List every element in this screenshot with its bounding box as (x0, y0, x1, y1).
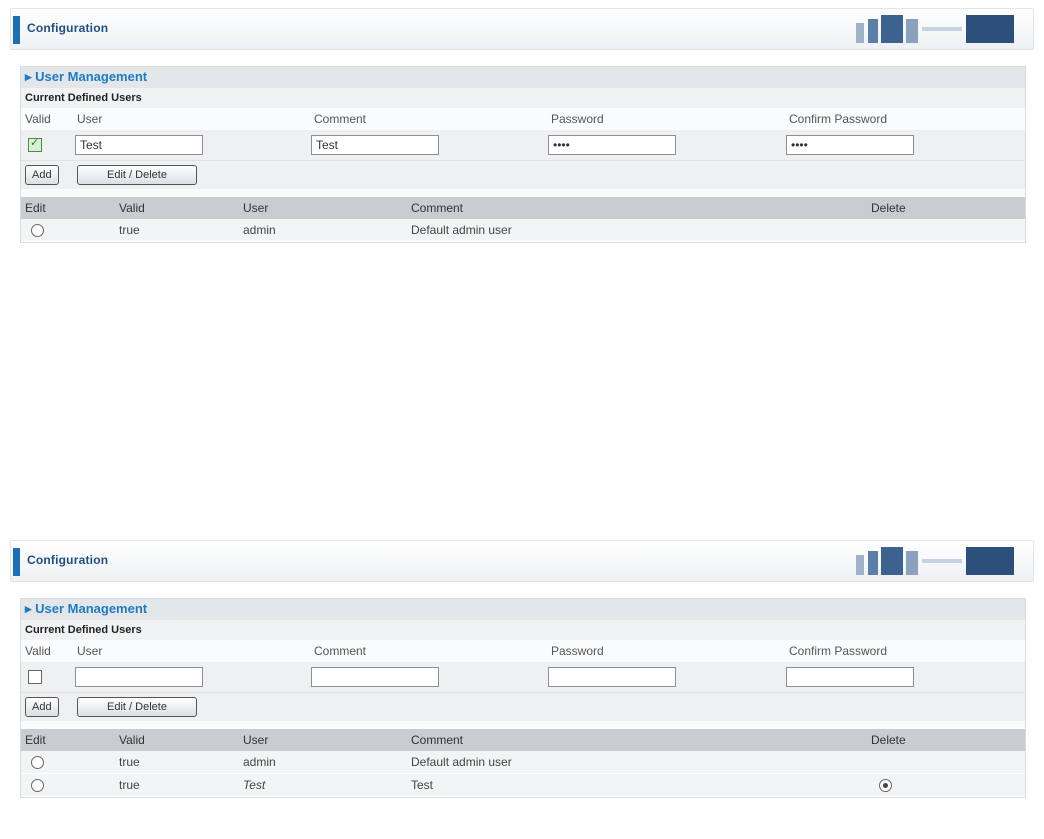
cell-comment: Default admin user (407, 219, 867, 242)
valid-checkbox[interactable] (28, 670, 42, 684)
edit-delete-button[interactable]: Edit / Delete (77, 165, 197, 185)
delete-radio-icon[interactable] (879, 779, 892, 793)
form-header-row: Valid User Comment Password Confirm Pass… (21, 108, 1025, 130)
section-title: ▸ User Management (21, 599, 1025, 619)
form-header-confirm-password: Confirm Password (789, 644, 888, 658)
user-management-box: ▸ User Management Current Defined Users … (20, 598, 1026, 798)
col-valid: Valid (115, 729, 239, 751)
subsection-title: Current Defined Users (21, 619, 1025, 640)
form-header-password: Password (551, 112, 604, 126)
form-header-row: Valid User Comment Password Confirm Pass… (21, 640, 1025, 662)
form-header-user: User (77, 112, 103, 126)
cell-valid: true (115, 219, 239, 242)
logo-graphic-icon (856, 15, 1014, 43)
comment-input[interactable] (311, 135, 439, 155)
cell-comment: Default admin user (407, 751, 867, 774)
form-input-row (21, 662, 1025, 692)
confirm-password-input[interactable] (786, 667, 914, 687)
table-row: true admin Default admin user (21, 751, 1025, 774)
comment-input[interactable] (311, 667, 439, 687)
col-delete: Delete (867, 729, 1025, 751)
cell-user: Test (239, 773, 407, 797)
form-header-comment: Comment (314, 644, 367, 658)
form-header-confirm-password: Confirm Password (789, 112, 888, 126)
password-input[interactable] (548, 667, 676, 687)
col-user: User (239, 197, 407, 219)
edit-delete-button[interactable]: Edit / Delete (77, 697, 197, 717)
confirm-password-input[interactable] (786, 135, 914, 155)
form-input-row (21, 130, 1025, 160)
radio-icon[interactable] (31, 224, 44, 238)
cell-delete (867, 773, 1025, 797)
col-edit: Edit (21, 197, 115, 219)
header-accent-bar (13, 548, 20, 576)
logo-graphic-icon (856, 547, 1014, 575)
col-valid: Valid (115, 197, 239, 219)
cell-comment: Test (407, 773, 867, 797)
subsection-title: Current Defined Users (21, 87, 1025, 108)
config-header: Configuration (10, 540, 1034, 582)
button-row: Add Edit / Delete (21, 160, 1025, 189)
config-header: Configuration (10, 8, 1034, 50)
table-header-row: Edit Valid User Comment Delete (21, 197, 1025, 219)
radio-icon[interactable] (31, 779, 44, 793)
cell-user: admin (239, 751, 407, 774)
users-table: Edit Valid User Comment Delete true admi… (21, 197, 1025, 242)
form-header-user: User (77, 644, 103, 658)
cell-valid: true (115, 773, 239, 797)
add-button[interactable]: Add (25, 697, 59, 717)
form-header-password: Password (551, 644, 604, 658)
header-title: Configuration (27, 21, 109, 35)
header-title: Configuration (27, 553, 109, 567)
header-accent-bar (13, 16, 20, 44)
section-title-text: User Management (35, 601, 148, 616)
form-header-valid: Valid (25, 644, 51, 658)
user-input[interactable] (75, 135, 203, 155)
col-edit: Edit (21, 729, 115, 751)
config-panel-1: Configuration ▸ User Management Current … (10, 8, 1034, 288)
config-panel-2: Configuration ▸ User Management Current … (10, 540, 1034, 830)
radio-icon[interactable] (31, 756, 44, 770)
table-row: true Test Test (21, 773, 1025, 797)
form-header-valid: Valid (25, 112, 51, 126)
col-delete: Delete (867, 197, 1025, 219)
form-header-comment: Comment (314, 112, 367, 126)
table-row: true admin Default admin user (21, 219, 1025, 242)
cell-delete (867, 219, 1025, 242)
col-comment: Comment (407, 197, 867, 219)
button-row: Add Edit / Delete (21, 692, 1025, 721)
table-header-row: Edit Valid User Comment Delete (21, 729, 1025, 751)
cell-user: admin (239, 219, 407, 242)
add-button[interactable]: Add (25, 165, 59, 185)
user-input[interactable] (75, 667, 203, 687)
user-management-box: ▸ User Management Current Defined Users … (20, 66, 1026, 243)
col-comment: Comment (407, 729, 867, 751)
cell-delete (867, 751, 1025, 774)
section-title-text: User Management (35, 69, 148, 84)
valid-checkbox[interactable] (28, 136, 42, 152)
col-user: User (239, 729, 407, 751)
users-table: Edit Valid User Comment Delete true admi… (21, 729, 1025, 797)
section-title: ▸ User Management (21, 67, 1025, 87)
cell-valid: true (115, 751, 239, 774)
password-input[interactable] (548, 135, 676, 155)
